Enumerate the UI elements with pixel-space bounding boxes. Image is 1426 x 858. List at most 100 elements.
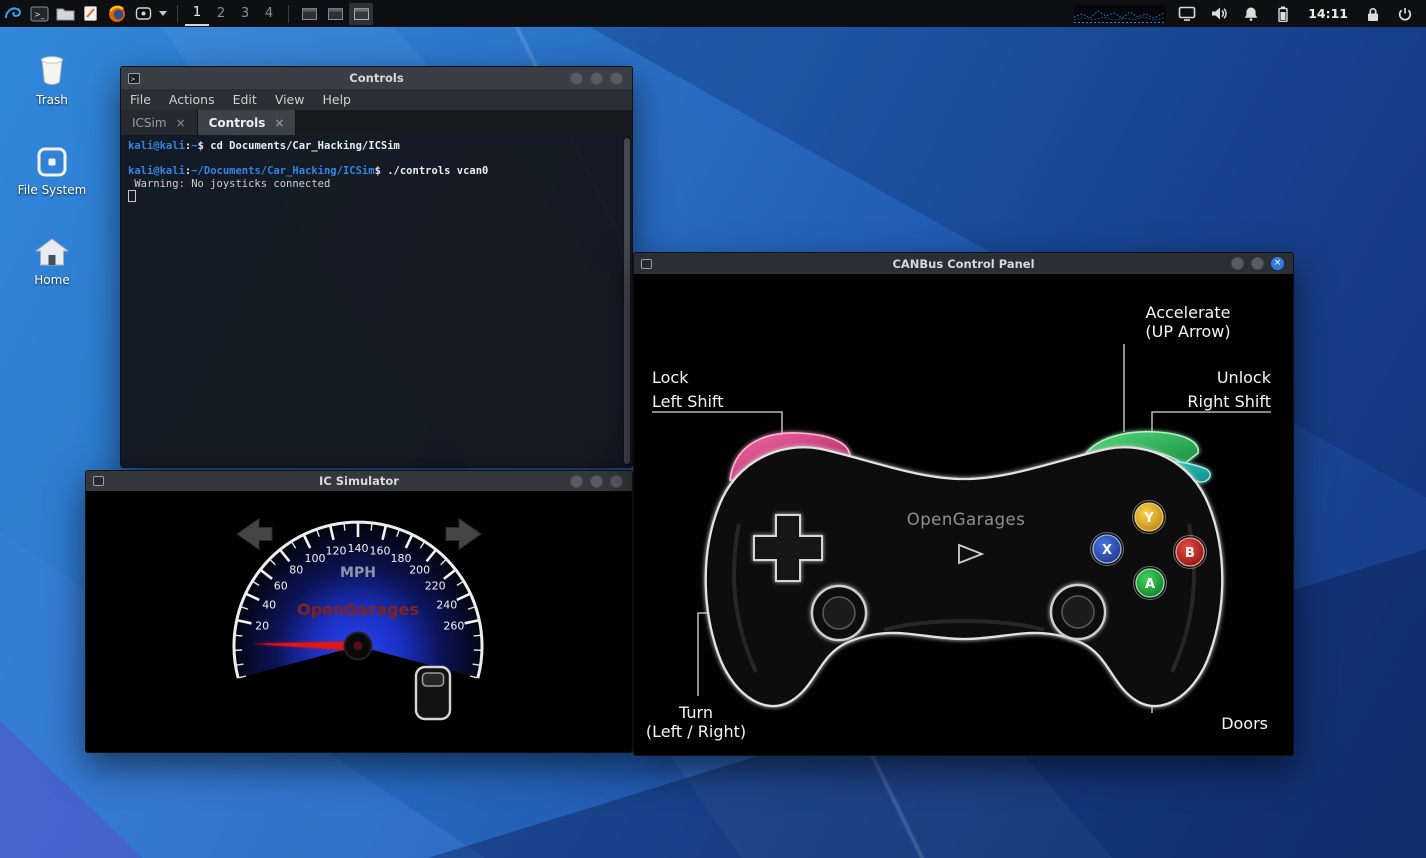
desktop-icon-file-system[interactable]: File System — [9, 140, 95, 197]
gauge-brand-label: OpenGarages — [297, 600, 419, 619]
canbus-canvas: Y X B A OpenGarages Accelerate (UP Arrow… — [634, 274, 1293, 755]
workspace-2[interactable]: 2 — [209, 6, 233, 21]
button-b-label: B — [1185, 546, 1195, 561]
display-icon[interactable] — [1174, 0, 1200, 27]
window-title: Controls — [121, 71, 632, 85]
gauge-tick-label: 240 — [436, 598, 457, 611]
tab-controls[interactable]: Controls × — [198, 110, 297, 135]
workspace-3[interactable]: 3 — [233, 6, 257, 21]
titlebar[interactable]: IC Simulator — [86, 471, 632, 491]
gauge-unit-label: MPH — [340, 565, 376, 581]
gauge-tick — [474, 635, 481, 636]
desktop-icon-trash[interactable]: Trash — [9, 50, 95, 107]
terminal-menubar: File Actions Edit View Help — [121, 89, 632, 110]
maximize-button[interactable] — [590, 72, 603, 85]
launcher-dropdown-caret-icon[interactable] — [156, 0, 170, 27]
terminal-scrollbar[interactable] — [623, 136, 631, 466]
tab-label: Controls — [209, 116, 266, 130]
workspace-1[interactable]: 1 — [185, 1, 209, 26]
gauge-tick-label: 220 — [425, 580, 446, 593]
terminal-text: $ — [198, 140, 211, 152]
top-panel: >_ 1 2 3 4 — [0, 0, 1426, 27]
terminal-text: kali@kali — [128, 140, 185, 152]
kali-menu-icon[interactable] — [0, 0, 26, 27]
terminal-line — [128, 190, 618, 205]
menu-actions[interactable]: Actions — [160, 92, 224, 107]
label-unlock-key: Right Shift — [1187, 392, 1271, 411]
gauge-tick-label: 160 — [370, 544, 391, 557]
tab-close-icon[interactable]: × — [274, 116, 284, 130]
canbus-app-icon — [641, 259, 652, 269]
menu-help[interactable]: Help — [313, 92, 360, 107]
door-indicator-icon — [416, 667, 450, 719]
file-system-icon — [9, 140, 95, 178]
window-canbus-control-panel: CANBus Control Panel × — [633, 252, 1294, 756]
tab-icsim[interactable]: ICSim × — [121, 110, 198, 135]
trash-icon — [9, 50, 95, 88]
titlebar[interactable]: CANBus Control Panel × — [634, 253, 1293, 274]
desktop-icon-label: Home — [9, 273, 95, 287]
text-editor-launcher-icon[interactable] — [78, 0, 104, 27]
terminal-text: cd Documents/Car_Hacking/ICSim — [210, 140, 400, 152]
workspace-4[interactable]: 4 — [257, 6, 281, 21]
lock-icon[interactable] — [1360, 0, 1386, 27]
gauge-tick-label: 20 — [255, 619, 269, 632]
minimize-button[interactable] — [1231, 257, 1244, 270]
home-icon — [9, 230, 95, 268]
left-turn-signal-icon — [237, 519, 272, 550]
gauge-tick — [236, 635, 243, 636]
terminal-launcher-icon[interactable]: >_ — [26, 0, 52, 27]
maximize-button[interactable] — [590, 475, 603, 488]
close-button[interactable] — [610, 475, 623, 488]
taskbar-window-button-canbus[interactable] — [349, 3, 373, 25]
notifications-bell-icon[interactable] — [1238, 0, 1264, 27]
file-manager-launcher-icon[interactable] — [52, 0, 78, 27]
terminal-output-area[interactable]: kali@kali:~$ cd Documents/Car_Hacking/IC… — [121, 135, 632, 467]
gauge-tick-label: 80 — [289, 564, 303, 577]
right-turn-signal-icon — [446, 519, 481, 550]
panel-separator — [177, 5, 178, 23]
panel-clock[interactable]: 14:11 — [1302, 6, 1354, 21]
cpu-graph-widget[interactable] — [1072, 0, 1168, 27]
gauge-tick — [371, 524, 372, 531]
tab-close-icon[interactable]: × — [176, 116, 186, 130]
label-accelerate: Accelerate — [1146, 303, 1231, 322]
gauge-tick-label: 100 — [305, 552, 326, 565]
scrollbar-thumb[interactable] — [624, 138, 630, 464]
close-button[interactable]: × — [1271, 257, 1284, 270]
taskbar-window-button-icsim[interactable] — [323, 3, 347, 25]
terminal-lines: kali@kali:~$ cd Documents/Car_Hacking/IC… — [128, 140, 618, 205]
gauge-tick-label: 40 — [262, 598, 276, 611]
menu-file[interactable]: File — [121, 92, 160, 107]
gauge-tick-label: 200 — [409, 564, 430, 577]
menu-edit[interactable]: Edit — [224, 92, 266, 107]
power-menu-icon[interactable] — [1392, 0, 1418, 27]
terminal-app-icon: > — [128, 73, 140, 84]
lock-callout-line — [652, 412, 782, 441]
minimize-button[interactable] — [570, 72, 583, 85]
taskbar-window-button-controls[interactable] — [297, 3, 321, 25]
battery-icon[interactable] — [1270, 0, 1296, 27]
button-x-label: X — [1102, 543, 1112, 558]
titlebar[interactable]: > Controls — [121, 67, 632, 89]
terminal-line: kali@kali:~$ cd Documents/Car_Hacking/IC… — [128, 140, 618, 153]
label-doors: Doors — [1221, 714, 1268, 733]
gauge-tick-label: 120 — [326, 544, 347, 557]
firefox-launcher-icon[interactable] — [104, 0, 130, 27]
maximize-button[interactable] — [1251, 257, 1264, 270]
volume-icon[interactable] — [1206, 0, 1232, 27]
gauge-tick — [344, 524, 345, 531]
screenshot-launcher-icon[interactable] — [130, 0, 156, 27]
menu-view[interactable]: View — [266, 92, 314, 107]
opengarages-brand-label: OpenGarages — [907, 510, 1026, 529]
left-analog-stick — [812, 586, 866, 640]
panel-separator — [288, 5, 289, 23]
icsim-canvas: 20406080100120140160180200220240260 MPH … — [86, 491, 632, 752]
terminal-cursor — [128, 190, 136, 202]
terminal-tabbar: ICSim × Controls × — [121, 110, 632, 135]
close-button[interactable] — [610, 72, 623, 85]
minimize-button[interactable] — [570, 475, 583, 488]
desktop-icon-home[interactable]: Home — [9, 230, 95, 287]
gauge-tick-label: 140 — [348, 542, 369, 555]
terminal-line — [128, 153, 618, 166]
